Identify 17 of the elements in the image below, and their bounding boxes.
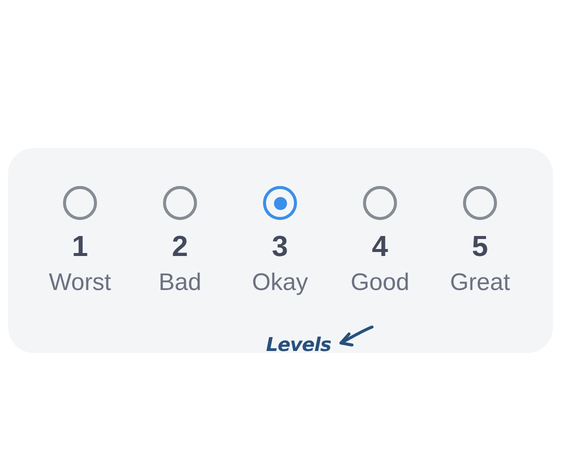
- option-number: 1: [72, 230, 88, 264]
- option-number: 2: [172, 230, 188, 264]
- radio-button[interactable]: [263, 186, 297, 220]
- option-label: Okay: [252, 268, 308, 298]
- radio-button[interactable]: [163, 186, 197, 220]
- option-label: Worst: [48, 268, 112, 298]
- annotation-text: Levels: [266, 334, 332, 356]
- option-number: 3: [272, 230, 288, 264]
- arrow-icon: [337, 324, 376, 348]
- option-number: 4: [372, 230, 388, 264]
- option-label: Great: [450, 268, 510, 298]
- radio-button[interactable]: [463, 186, 497, 220]
- option-label: Good: [350, 268, 410, 298]
- option-label: Bad: [158, 268, 202, 298]
- radio-button[interactable]: [363, 186, 397, 220]
- radio-button[interactable]: [63, 186, 97, 220]
- option-number: 5: [472, 230, 488, 264]
